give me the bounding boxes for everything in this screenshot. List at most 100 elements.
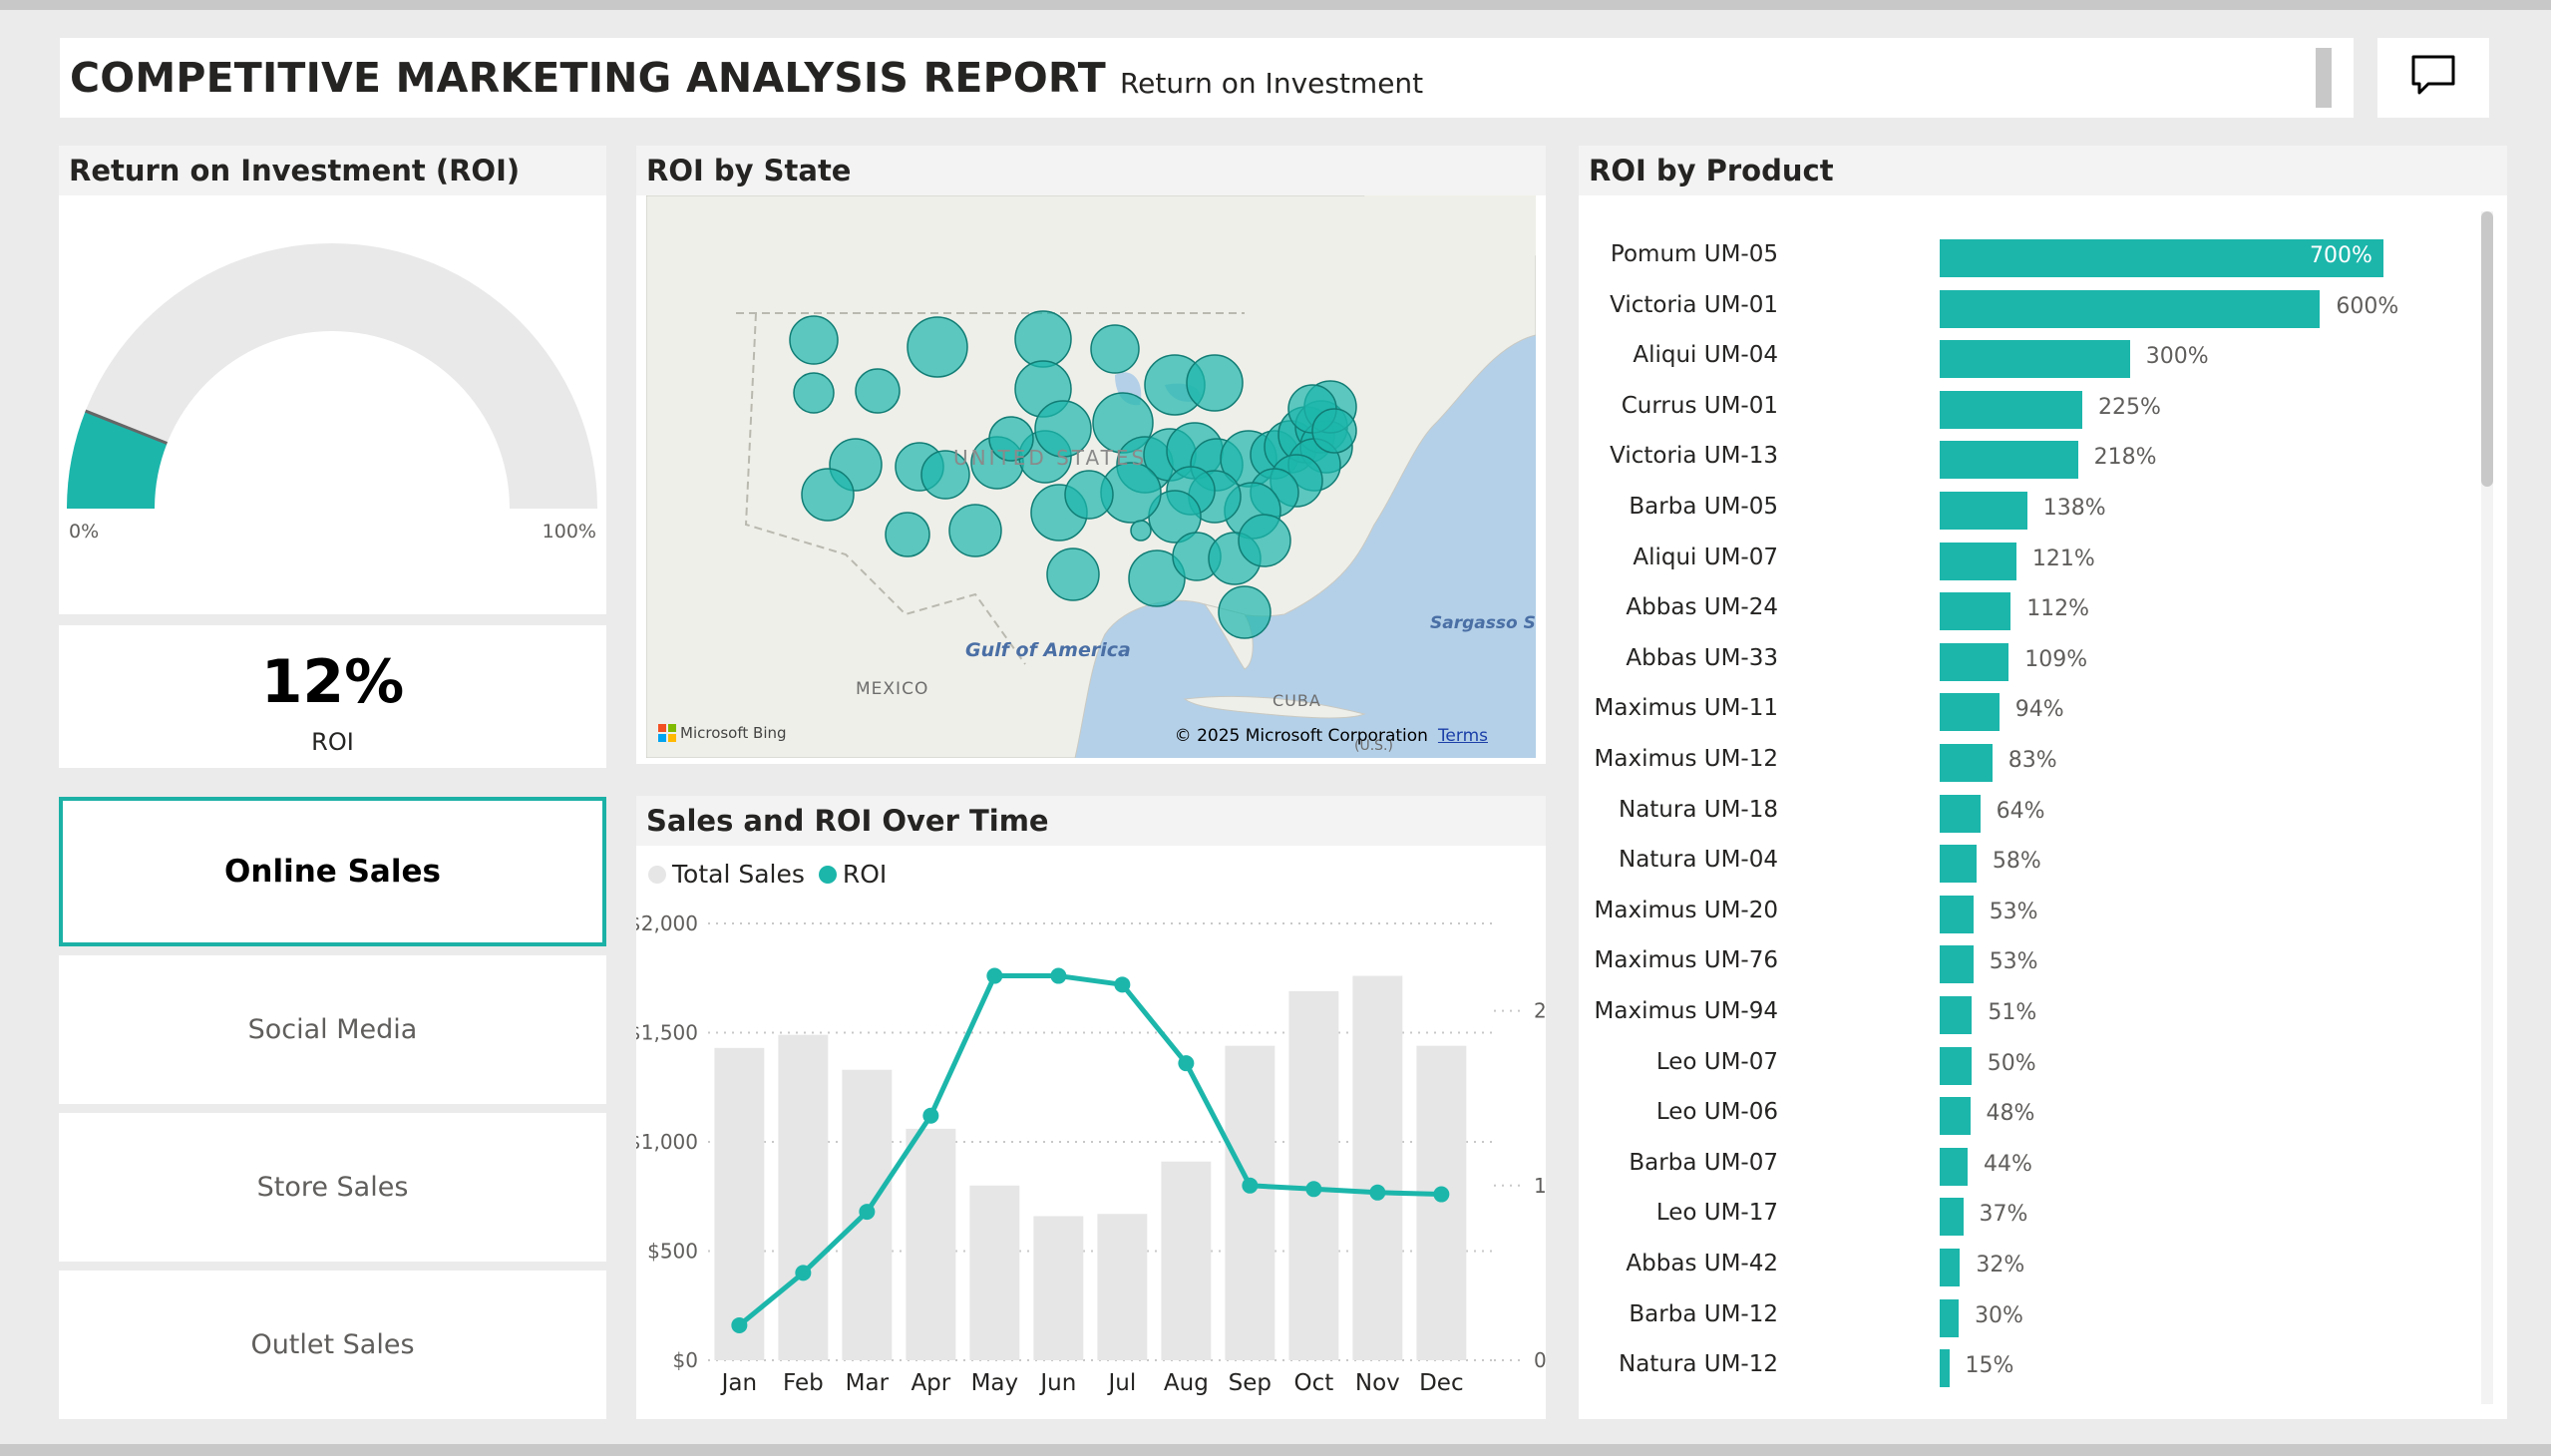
roi-point[interactable] [1050,967,1067,984]
product-row[interactable]: Victoria UM-01 600% [1579,286,2476,328]
roi-point[interactable] [1242,1177,1259,1194]
product-row[interactable]: Abbas UM-42 32% [1579,1245,2476,1286]
state-bubble[interactable] [1218,585,1272,639]
product-scrollbar-thumb[interactable] [2481,211,2493,487]
state-bubble[interactable] [1311,408,1357,454]
product-row[interactable]: Maximus UM-20 53% [1579,892,2476,933]
state-bubble[interactable] [789,315,839,365]
product-row[interactable]: Natura UM-18 64% [1579,791,2476,833]
state-bubble[interactable] [1046,547,1100,601]
social-media-button[interactable]: Social Media [59,955,606,1104]
product-bar[interactable] [1940,1298,1960,1337]
report-header: COMPETITIVE MARKETING ANALYSIS REPORT Re… [60,38,2354,118]
comment-button[interactable] [2377,38,2489,118]
sales-bar[interactable] [1225,1045,1276,1360]
comment-icon [2410,54,2456,102]
state-bubble[interactable] [801,468,855,522]
roi-point[interactable] [1178,1055,1195,1072]
product-row[interactable]: Leo UM-07 50% [1579,1043,2476,1085]
roi-point[interactable] [731,1316,748,1333]
product-row[interactable]: Barba UM-12 30% [1579,1295,2476,1337]
product-bar[interactable] [1940,794,1981,833]
product-row[interactable]: Currus UM-01 225% [1579,387,2476,429]
sales-bar[interactable] [969,1185,1020,1360]
state-bubble[interactable] [907,316,968,378]
product-row[interactable]: Leo UM-06 48% [1579,1093,2476,1136]
sales-bar[interactable] [1352,975,1403,1360]
state-bubble[interactable] [855,368,901,414]
product-bar[interactable] [1940,1349,1950,1388]
state-bubble[interactable] [1186,354,1244,412]
product-bar[interactable] [1940,642,2009,681]
roi-point[interactable] [859,1204,876,1221]
product-row[interactable]: Maximus UM-11 94% [1579,689,2476,732]
product-row[interactable]: Barba UM-07 44% [1579,1144,2476,1186]
sales-bar[interactable] [906,1128,956,1360]
product-row[interactable]: Natura UM-04 58% [1579,841,2476,884]
roi-point[interactable] [795,1265,812,1281]
terms-link[interactable]: Terms [1438,726,1488,746]
state-bubble[interactable] [793,372,835,414]
sales-bar[interactable] [1097,1214,1148,1360]
product-bar[interactable] [1940,693,2000,732]
roi-point[interactable] [986,967,1003,984]
sales-bar[interactable] [1416,1045,1467,1360]
product-bar[interactable] [1940,492,2027,530]
product-bar[interactable] [1940,744,1993,782]
product-bar[interactable] [1940,1198,1964,1237]
product-row[interactable]: Maximus UM-94 51% [1579,992,2476,1034]
sales-bar[interactable] [1288,990,1339,1360]
product-row[interactable]: Natura UM-12 15% [1579,1345,2476,1388]
product-bar[interactable] [1940,845,1977,884]
product-bar[interactable] [1940,592,2011,631]
product-row[interactable]: Abbas UM-33 109% [1579,639,2476,681]
state-bubble[interactable] [1090,324,1140,374]
product-value-label: 44% [1983,1151,2032,1177]
product-bar[interactable] [1940,1046,1972,1085]
state-bubble[interactable] [885,512,930,557]
product-bar[interactable] [1940,1249,1961,1286]
store-sales-button[interactable]: Store Sales [59,1113,606,1262]
product-row[interactable]: Maximus UM-76 53% [1579,941,2476,984]
product-value-label: 58% [1992,849,2041,875]
microsoft-logo-icon [658,724,676,742]
product-row[interactable]: Aliqui UM-04 300% [1579,336,2476,379]
product-bar[interactable] [1940,289,2321,328]
roi-point[interactable] [922,1107,939,1124]
state-bubble[interactable] [948,504,1002,557]
roi-point[interactable] [1433,1186,1450,1203]
roi-point[interactable] [1114,976,1131,993]
roi-point[interactable] [1369,1184,1386,1201]
state-bubble[interactable] [1064,470,1114,520]
product-bar[interactable] [1940,542,2016,580]
online-sales-button[interactable]: Online Sales [59,797,606,946]
product-row[interactable]: Barba UM-05 138% [1579,488,2476,530]
product-bar[interactable] [1940,441,2078,480]
product-label: Natura UM-18 [1618,796,1778,823]
sales-bar[interactable] [1033,1216,1084,1360]
product-bar[interactable] [1940,1097,1971,1136]
sales-bar[interactable] [778,1034,829,1360]
sales-bar[interactable] [1161,1161,1212,1360]
roi-gauge[interactable]: 0% 100% [59,195,606,614]
product-label: Barba UM-12 [1629,1300,1778,1327]
product-bar[interactable] [1940,390,2083,429]
header-scrollbar[interactable] [2316,48,2332,108]
product-bar[interactable] [1940,895,1974,933]
product-row[interactable]: Abbas UM-24 112% [1579,588,2476,631]
product-row[interactable]: Pomum UM-05 700% [1579,235,2476,277]
product-bar[interactable] [1940,945,1974,984]
product-bar[interactable] [1940,996,1973,1034]
product-row[interactable]: Leo UM-17 37% [1579,1194,2476,1237]
product-bar[interactable] [1940,340,2130,379]
product-row[interactable]: Maximus UM-12 83% [1579,740,2476,782]
state-bubble[interactable] [1238,514,1291,567]
state-bubble[interactable] [1014,310,1072,368]
outlet-sales-button[interactable]: Outlet Sales [59,1271,606,1419]
product-bar[interactable] [1940,1147,1968,1186]
state-map[interactable]: Gulf of America MEXICO CUBA Sargasso S U… [646,195,1536,758]
state-bubble[interactable] [1130,520,1152,542]
product-row[interactable]: Victoria UM-13 218% [1579,437,2476,480]
roi-point[interactable] [1305,1181,1322,1198]
product-row[interactable]: Aliqui UM-07 121% [1579,539,2476,580]
